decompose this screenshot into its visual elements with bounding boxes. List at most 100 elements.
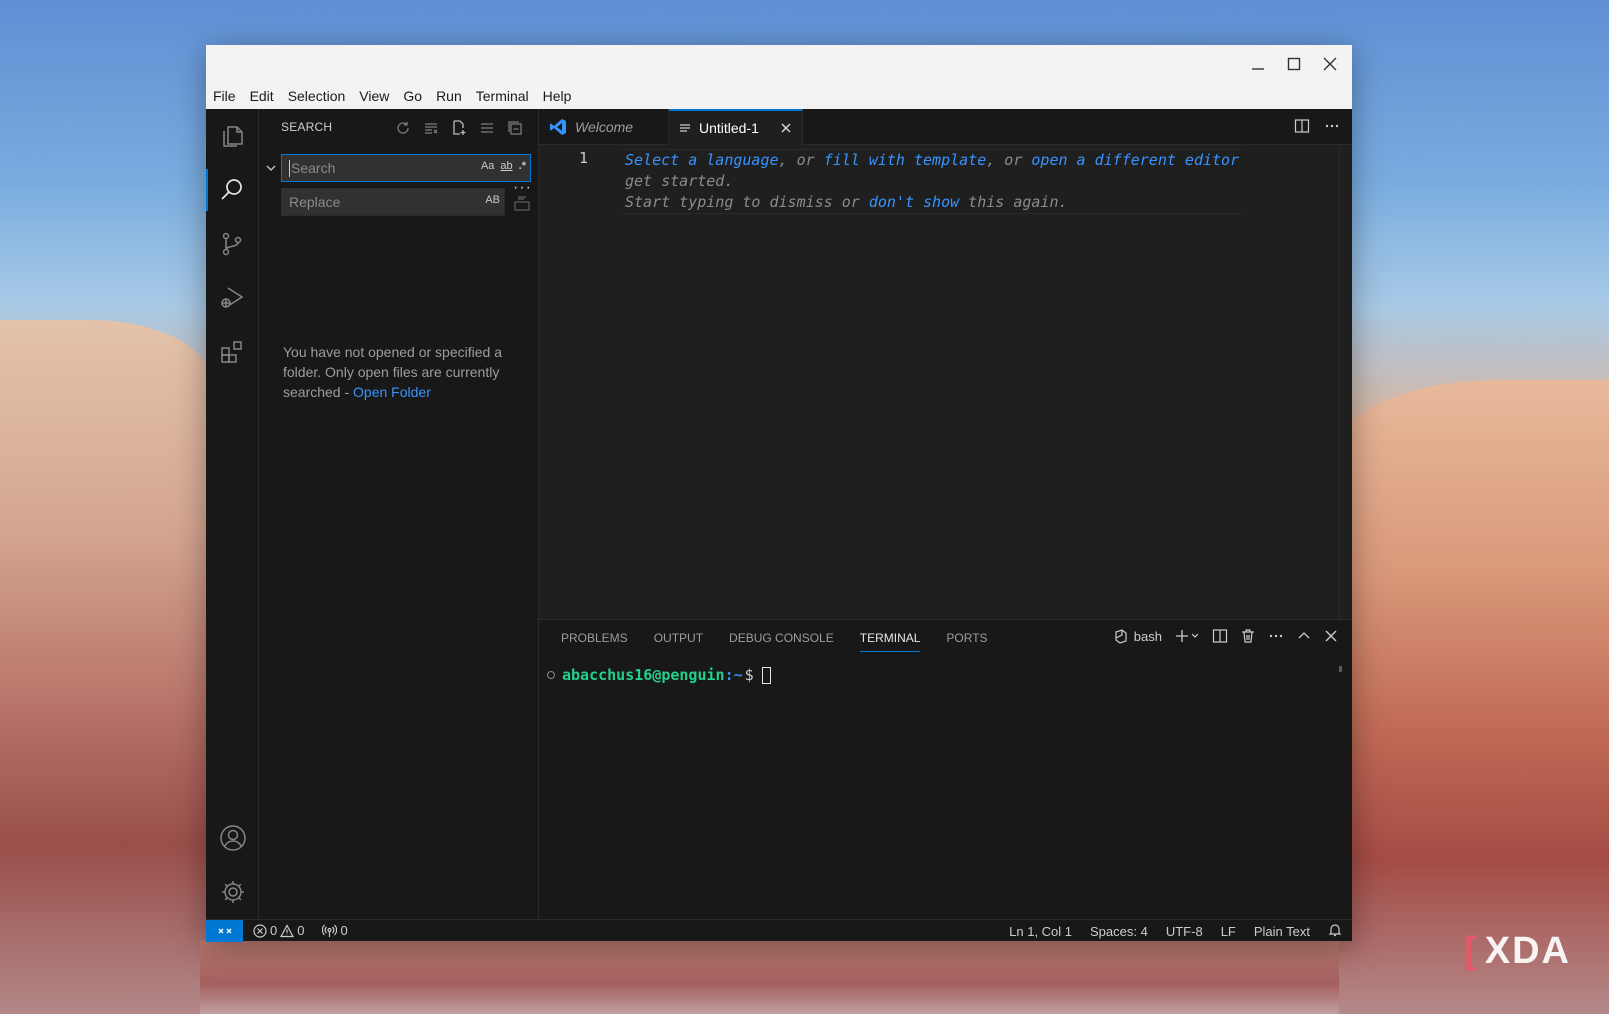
tab-label: Untitled-1 xyxy=(699,120,759,136)
warning-count: 0 xyxy=(297,923,305,938)
close-tab-button[interactable] xyxy=(780,122,792,134)
toggle-replace-button[interactable] xyxy=(264,161,278,175)
tab-problems[interactable]: PROBLEMS xyxy=(561,620,628,656)
encoding[interactable]: UTF-8 xyxy=(1166,924,1203,939)
source-control-icon xyxy=(222,232,242,256)
cursor-position[interactable]: Ln 1, Col 1 xyxy=(1009,924,1072,939)
maximize-button[interactable] xyxy=(1280,51,1308,77)
close-icon xyxy=(1325,630,1337,642)
bell-icon xyxy=(1328,923,1342,936)
vscode-window: File Edit Selection View Go Run Terminal… xyxy=(205,45,1352,942)
no-folder-message: You have not opened or specified a folde… xyxy=(283,342,523,402)
split-terminal-button[interactable] xyxy=(1212,628,1228,644)
kill-terminal-button[interactable] xyxy=(1240,628,1256,644)
problems-status[interactable]: 0 0 xyxy=(253,923,304,938)
regex-toggle[interactable]: .* xyxy=(519,160,526,172)
menu-file[interactable]: File xyxy=(213,88,236,104)
editor-scrollbar[interactable] xyxy=(1339,145,1340,619)
dont-show-link[interactable]: don't show xyxy=(869,193,959,211)
menu-view[interactable]: View xyxy=(359,88,389,104)
remote-icon xyxy=(218,928,231,933)
status-bar-right: Ln 1, Col 1 Spaces: 4 UTF-8 LF Plain Tex… xyxy=(1009,920,1342,942)
end-of-line[interactable]: LF xyxy=(1221,924,1236,939)
ports-status[interactable]: 0 xyxy=(322,923,348,938)
run-debug-button[interactable] xyxy=(206,271,259,325)
whole-word-toggle[interactable]: ab xyxy=(500,160,512,172)
explorer-button[interactable] xyxy=(206,109,259,163)
xda-watermark: [XDA xyxy=(1464,930,1571,972)
more-actions-button[interactable] xyxy=(1324,118,1340,139)
desktop-rock-bottom xyxy=(200,940,1339,1014)
match-case-toggle[interactable]: Aa xyxy=(481,160,494,172)
minimize-button[interactable] xyxy=(1244,51,1272,77)
line-number: 1 xyxy=(579,149,589,167)
error-count: 0 xyxy=(270,923,278,938)
extensions-button[interactable] xyxy=(206,325,259,379)
menu-bar: File Edit Selection View Go Run Terminal… xyxy=(206,83,1352,109)
title-bar xyxy=(206,45,1352,83)
search-input[interactable]: Search Aa ab .* xyxy=(281,154,531,182)
ellipsis-icon xyxy=(1269,634,1283,638)
text-editor[interactable]: 1 Select a language, or fill with templa… xyxy=(539,145,1352,619)
vscode-logo-icon xyxy=(549,118,567,136)
tab-output[interactable]: OUTPUT xyxy=(654,620,703,656)
text-caret xyxy=(289,159,290,177)
open-folder-link[interactable]: Open Folder xyxy=(353,384,431,400)
tab-terminal[interactable]: TERMINAL xyxy=(859,620,920,656)
view-as-tree-button[interactable] xyxy=(478,119,496,137)
terminal-status-dot xyxy=(547,671,555,679)
error-icon xyxy=(253,923,267,938)
bottom-panel: PROBLEMS OUTPUT DEBUG CONSOLE TERMINAL P… xyxy=(539,619,1352,919)
select-language-link[interactable]: Select a language xyxy=(625,151,779,169)
remote-indicator-button[interactable] xyxy=(206,919,243,942)
clear-all-icon xyxy=(425,123,438,134)
preserve-case-toggle[interactable]: AB xyxy=(485,194,500,206)
source-control-button[interactable] xyxy=(206,217,259,271)
menu-edit[interactable]: Edit xyxy=(250,88,274,104)
more-options-icon[interactable]: ··· xyxy=(513,179,532,197)
maximize-panel-button[interactable] xyxy=(1296,628,1312,644)
hint-separator: , or xyxy=(986,151,1032,169)
hint-separator: , or xyxy=(778,151,824,169)
trash-icon xyxy=(1242,629,1254,643)
new-search-editor-button[interactable] xyxy=(450,119,468,137)
accounts-button[interactable] xyxy=(206,811,259,865)
indentation[interactable]: Spaces: 4 xyxy=(1090,924,1148,939)
close-icon xyxy=(1323,57,1337,71)
close-panel-button[interactable] xyxy=(1324,629,1338,643)
menu-terminal[interactable]: Terminal xyxy=(476,88,529,104)
search-view-button[interactable] xyxy=(205,163,259,217)
terminal-selector[interactable]: bash xyxy=(1113,628,1162,644)
editor-tabs: Welcome Untitled-1 xyxy=(539,109,1352,145)
open-different-editor-link[interactable]: open a different editor xyxy=(1031,151,1239,169)
terminal-output[interactable]: abacchus16@penguin :~ $ xyxy=(547,666,771,684)
refresh-button[interactable] xyxy=(394,119,412,137)
clear-results-button[interactable] xyxy=(422,119,440,137)
notifications-button[interactable] xyxy=(1328,923,1342,940)
broadcast-icon xyxy=(322,924,338,937)
menu-go[interactable]: Go xyxy=(403,88,422,104)
tab-debug-console[interactable]: DEBUG CONSOLE xyxy=(729,620,834,656)
menu-selection[interactable]: Selection xyxy=(288,88,346,104)
collapse-all-button[interactable] xyxy=(506,119,524,137)
tab-welcome[interactable]: Welcome xyxy=(539,109,669,145)
terminal-scrollbar[interactable] xyxy=(1339,666,1342,672)
list-tree-icon xyxy=(481,123,493,133)
terminal-shell-icon xyxy=(1115,629,1127,644)
language-mode[interactable]: Plain Text xyxy=(1254,924,1310,939)
menu-help[interactable]: Help xyxy=(543,88,572,104)
replace-input[interactable]: Replace AB xyxy=(281,188,505,216)
search-placeholder: Search xyxy=(291,160,336,176)
manage-button[interactable] xyxy=(206,865,259,919)
menu-run[interactable]: Run xyxy=(436,88,462,104)
fill-template-link[interactable]: fill with template xyxy=(824,151,987,169)
gear-icon xyxy=(221,881,244,903)
minimize-icon xyxy=(1252,68,1264,70)
tab-ports[interactable]: PORTS xyxy=(946,620,987,656)
split-editor-button[interactable] xyxy=(1294,118,1310,139)
new-terminal-button[interactable] xyxy=(1174,628,1200,644)
tab-untitled-1[interactable]: Untitled-1 xyxy=(669,109,803,145)
panel-more-button[interactable] xyxy=(1268,628,1284,644)
ellipsis-icon xyxy=(1325,124,1339,128)
close-window-button[interactable] xyxy=(1316,51,1344,77)
